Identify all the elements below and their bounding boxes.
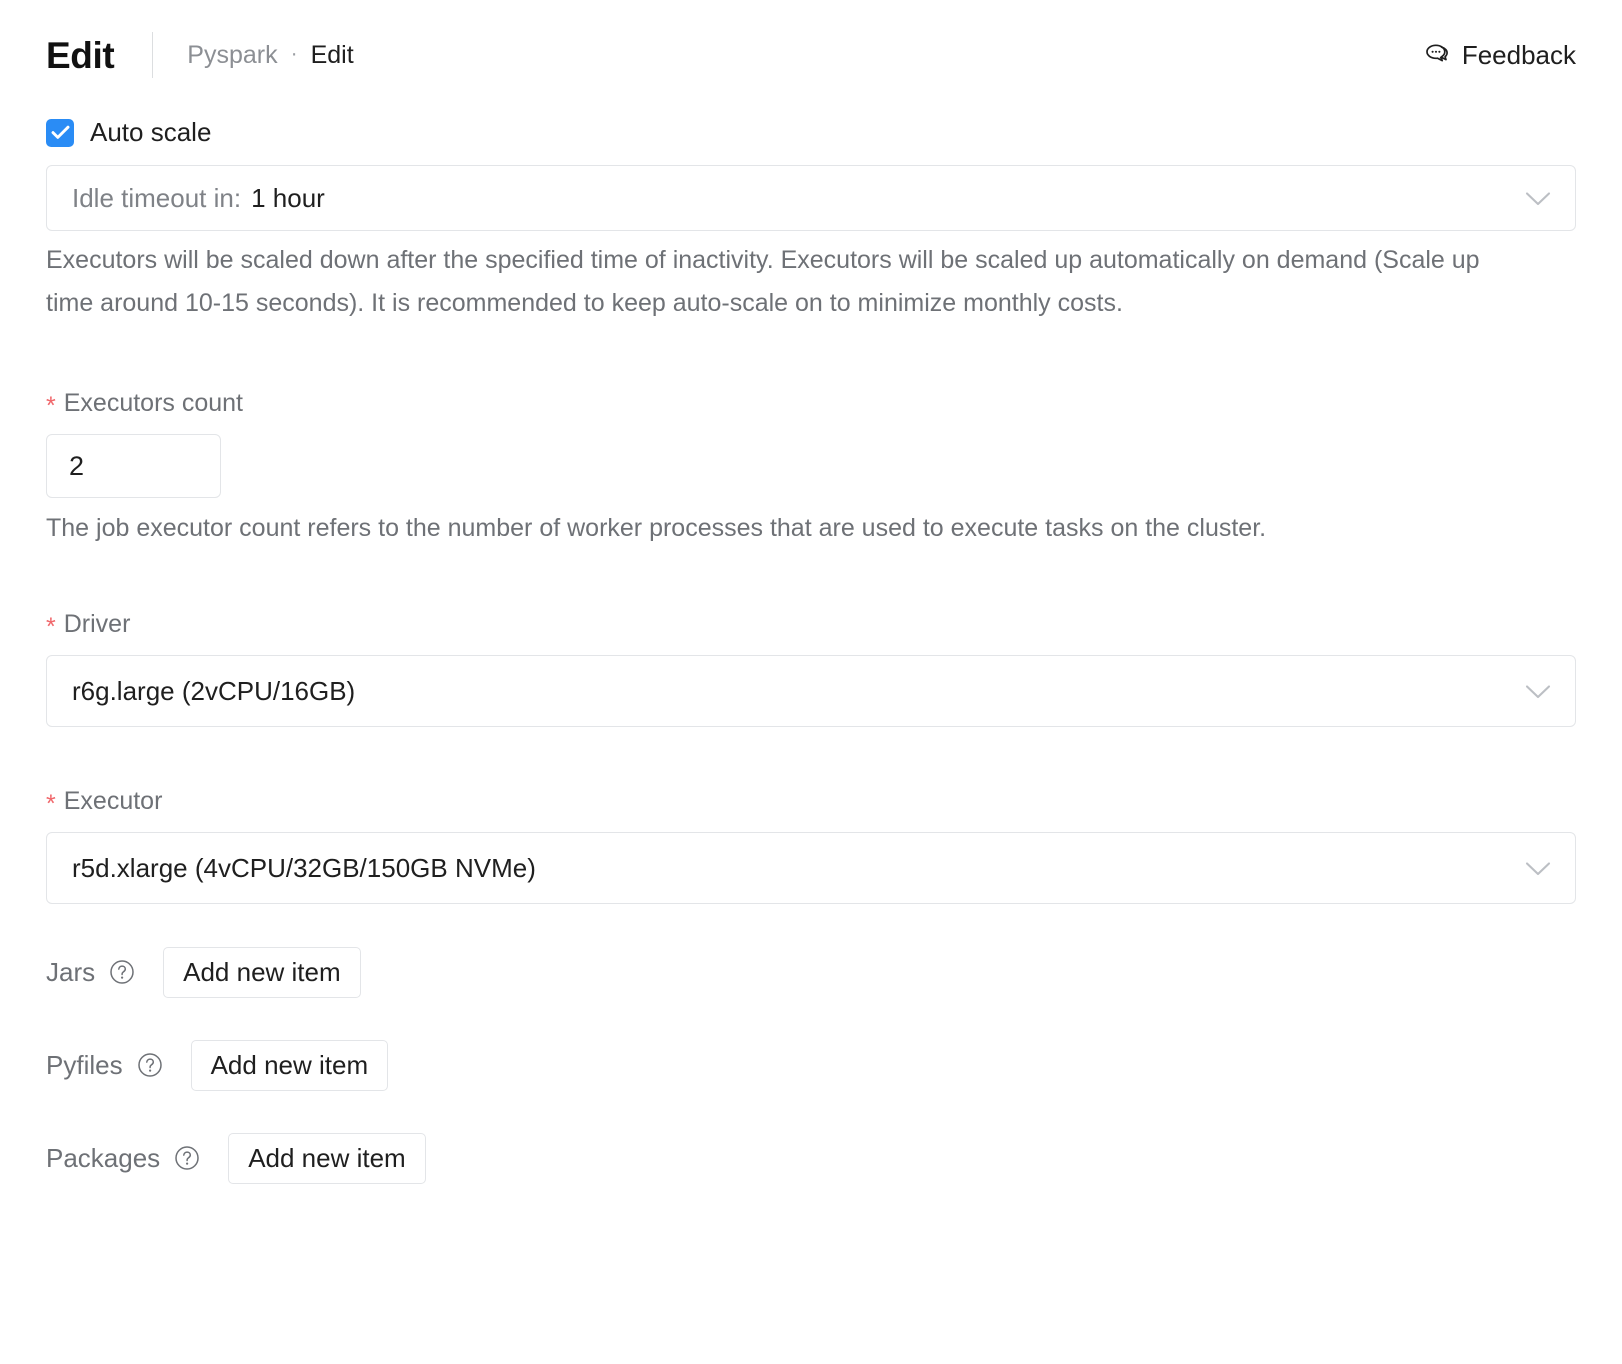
executors-count-label: * Executors count <box>46 389 1576 419</box>
pyfiles-row: Pyfiles Add new item <box>46 1039 1576 1091</box>
speech-bubbles-icon <box>1421 42 1451 69</box>
auto-scale-checkbox[interactable] <box>46 118 74 147</box>
executor-label-text: Executor <box>63 787 163 815</box>
breadcrumb: Pyspark · Edit <box>187 41 354 68</box>
page-header: Edit Pyspark · Edit Feedback <box>46 0 1576 96</box>
jars-label: Jars <box>46 957 96 987</box>
additional-resources-rows: Jars Add new item Pyfiles Add new item P… <box>46 946 1576 1184</box>
auto-scale-row: Auto scale <box>46 117 1576 148</box>
auto-scale-label: Auto scale <box>90 117 212 147</box>
driver-value: r6g.large (2vCPU/16GB) <box>72 675 356 706</box>
chevron-down-icon[interactable] <box>1525 676 1551 707</box>
idle-timeout-value: 1 hour <box>251 182 325 213</box>
question-circle-icon[interactable] <box>137 1052 163 1078</box>
executors-count-section: * Executors count 2 The job executor coun… <box>46 391 1576 550</box>
driver-select[interactable]: r6g.large (2vCPU/16GB) <box>46 655 1576 727</box>
executor-section: * Executor r5d.xlarge (4vCPU/32GB/150GB N… <box>46 789 1576 904</box>
executors-count-description: The job executor count refers to the num… <box>46 514 1267 542</box>
breadcrumb-item-pyspark[interactable]: Pyspark <box>187 42 277 68</box>
jars-add-new-item-button[interactable]: Add new item <box>163 946 361 998</box>
breadcrumb-separator: · <box>290 41 298 65</box>
executors-count-input[interactable]: 2 <box>46 434 221 498</box>
feedback-label: Feedback <box>1461 39 1576 70</box>
executor-label: * Executor <box>46 787 1576 817</box>
pyfiles-label: Pyfiles <box>46 1050 123 1080</box>
chevron-down-icon[interactable] <box>1525 183 1551 214</box>
question-circle-icon[interactable] <box>174 1145 200 1171</box>
idle-timeout-select[interactable]: Idle timeout in: 1 hour <box>46 165 1576 231</box>
header-divider <box>152 32 154 78</box>
driver-label-text: Driver <box>63 610 131 638</box>
required-marker: * <box>46 392 56 420</box>
executor-select[interactable]: r5d.xlarge (4vCPU/32GB/150GB NVMe) <box>46 832 1576 904</box>
idle-timeout-description: Executors will be scaled down after the … <box>46 246 1480 317</box>
packages-row: Packages Add new item <box>46 1132 1576 1184</box>
packages-label: Packages <box>46 1143 161 1173</box>
idle-timeout-prefix: Idle timeout in: <box>72 182 242 213</box>
executors-count-value: 2 <box>69 450 85 481</box>
question-circle-icon[interactable] <box>109 959 135 985</box>
driver-section: * Driver r6g.large (2vCPU/16GB) <box>46 612 1576 727</box>
feedback-button[interactable]: Feedback <box>1421 40 1576 71</box>
jars-row: Jars Add new item <box>46 946 1576 998</box>
packages-add-new-item-button[interactable]: Add new item <box>228 1132 426 1184</box>
executors-count-label-text: Executors count <box>63 389 243 417</box>
required-marker: * <box>46 790 56 818</box>
pyfiles-add-new-item-button[interactable]: Add new item <box>190 1039 389 1091</box>
breadcrumb-item-edit[interactable]: Edit <box>311 42 354 68</box>
check-icon <box>51 125 70 140</box>
chevron-down-icon[interactable] <box>1525 853 1551 884</box>
edit-pyspark-page: Edit Pyspark · Edit Feedback Auto scale … <box>0 0 1622 1364</box>
page-title: Edit <box>46 34 115 76</box>
executor-value: r5d.xlarge (4vCPU/32GB/150GB NVMe) <box>72 852 536 883</box>
driver-label: * Driver <box>46 610 1576 640</box>
required-marker: * <box>46 613 56 641</box>
